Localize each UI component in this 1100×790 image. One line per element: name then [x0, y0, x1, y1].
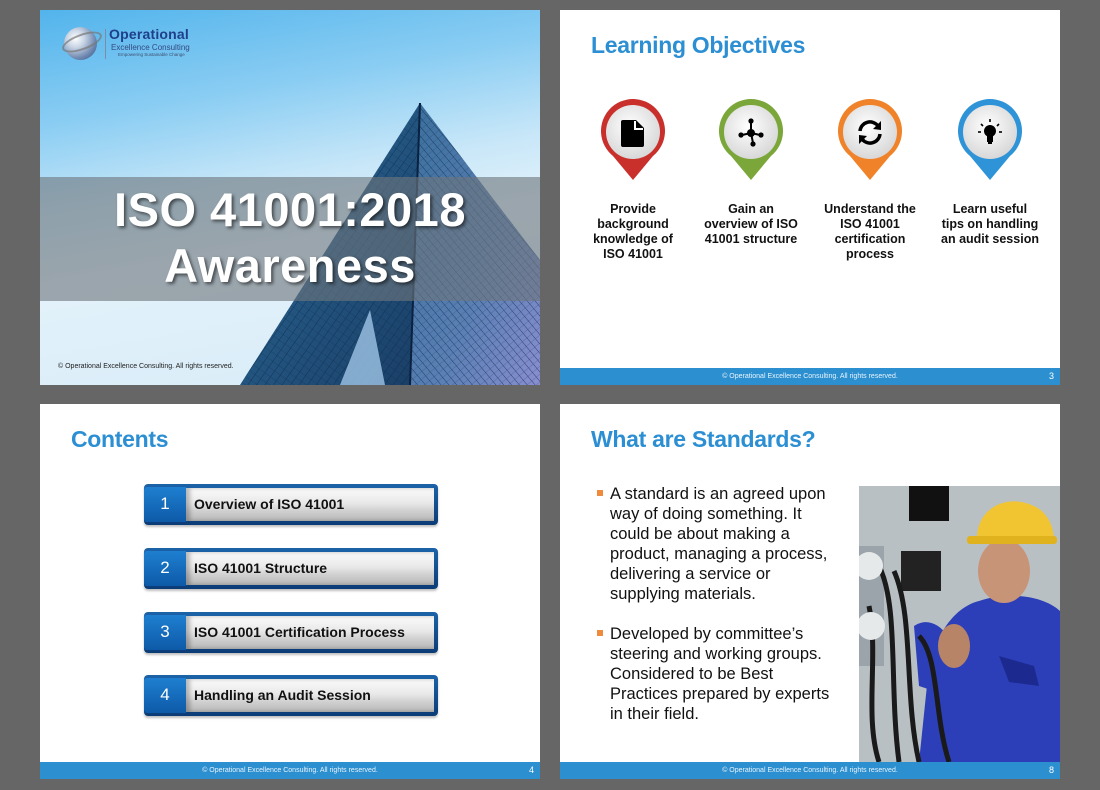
objective-text: Gain an overview of ISO 41001 structure: [704, 202, 798, 246]
slide-title: Learning Objectives: [591, 32, 806, 58]
item-number: 3: [144, 615, 186, 650]
cover-title-line-1: ISO 41001:2018: [114, 183, 466, 236]
item-number: 1: [144, 487, 186, 522]
item-number: 2: [144, 551, 186, 586]
contents-item-4[interactable]: 4 Handling an Audit Session: [144, 675, 438, 716]
logo-subtitle: Excellence Consulting: [111, 43, 190, 52]
map-pin-red: [600, 98, 666, 182]
worker-with-hard-hat-photo: [859, 486, 1060, 762]
footer-copyright: © Operational Excellence Consulting. All…: [722, 767, 898, 774]
document-icon: [621, 120, 644, 147]
objective-text: Learn useful tips on handling an audit s…: [941, 202, 1039, 246]
slide-thumbnail-4[interactable]: Contents 1 Overview of ISO 41001 2 ISO 4…: [40, 404, 540, 779]
cover-title: ISO 41001:2018 Awareness: [40, 182, 540, 294]
objective-text: Provide background knowledge of ISO 4100…: [593, 202, 673, 261]
company-logo: Operational Excellence Consulting Empowe…: [59, 24, 212, 64]
map-pin-green: [718, 98, 784, 182]
page-number: 4: [528, 765, 534, 775]
objective-3: Understand the ISO 41001 certification p…: [820, 98, 920, 262]
slide-footer: © Operational Excellence Consulting. All…: [560, 762, 1060, 779]
logo-tagline: Empowering Sustainable Change: [118, 52, 185, 57]
bullet-item: A standard is an agreed upon way of doin…: [596, 484, 836, 604]
contents-item-2[interactable]: 2 ISO 41001 Structure: [144, 548, 438, 589]
bullet-marker-icon: [597, 630, 603, 636]
slide-footer: © Operational Excellence Consulting. All…: [40, 762, 540, 779]
slide-title: What are Standards?: [591, 426, 816, 452]
contents-item-1[interactable]: 1 Overview of ISO 41001: [144, 484, 438, 525]
item-number: 4: [144, 678, 186, 713]
contents-item-3[interactable]: 3 ISO 41001 Certification Process: [144, 612, 438, 653]
bullet-list: A standard is an agreed upon way of doin…: [596, 484, 836, 744]
item-label: ISO 41001 Certification Process: [194, 624, 405, 640]
footer-copyright: © Operational Excellence Consulting. All…: [202, 767, 378, 774]
slide-thumbnail-8[interactable]: What are Standards? A standard is an agr…: [560, 404, 1060, 779]
bullet-item: Developed by committee’s steering and wo…: [596, 624, 836, 724]
map-pin-orange: [837, 98, 903, 182]
lightbulb-icon: [978, 119, 1002, 144]
objective-text: Understand the ISO 41001 certification p…: [824, 202, 916, 261]
slide-title: Contents: [71, 426, 169, 452]
page-number: 3: [1048, 371, 1054, 381]
logo-name: Operational: [109, 26, 189, 42]
cover-copyright: © Operational Excellence Consulting. All…: [58, 363, 234, 370]
cover-title-line-2: Awareness: [164, 239, 416, 292]
item-label: Handling an Audit Session: [194, 687, 371, 703]
objective-1: Provide background knowledge of ISO 4100…: [583, 98, 683, 262]
map-pin-blue: [957, 98, 1023, 182]
bullet-marker-icon: [597, 490, 603, 496]
objective-2: Gain an overview of ISO 41001 structure: [701, 98, 801, 247]
network-icon: [738, 118, 764, 147]
item-label: Overview of ISO 41001: [194, 496, 345, 512]
refresh-icon: [858, 120, 882, 145]
slide-thumbnail-1[interactable]: Operational Excellence Consulting Empowe…: [40, 10, 540, 385]
slide-thumbnail-3[interactable]: Learning Objectives Provide background k…: [560, 10, 1060, 385]
item-label: ISO 41001 Structure: [194, 560, 328, 576]
page-number: 8: [1048, 765, 1054, 775]
objective-4: Learn useful tips on handling an audit s…: [940, 98, 1040, 247]
slide-footer: © Operational Excellence Consulting. All…: [560, 368, 1060, 385]
footer-copyright: © Operational Excellence Consulting. All…: [722, 373, 898, 380]
